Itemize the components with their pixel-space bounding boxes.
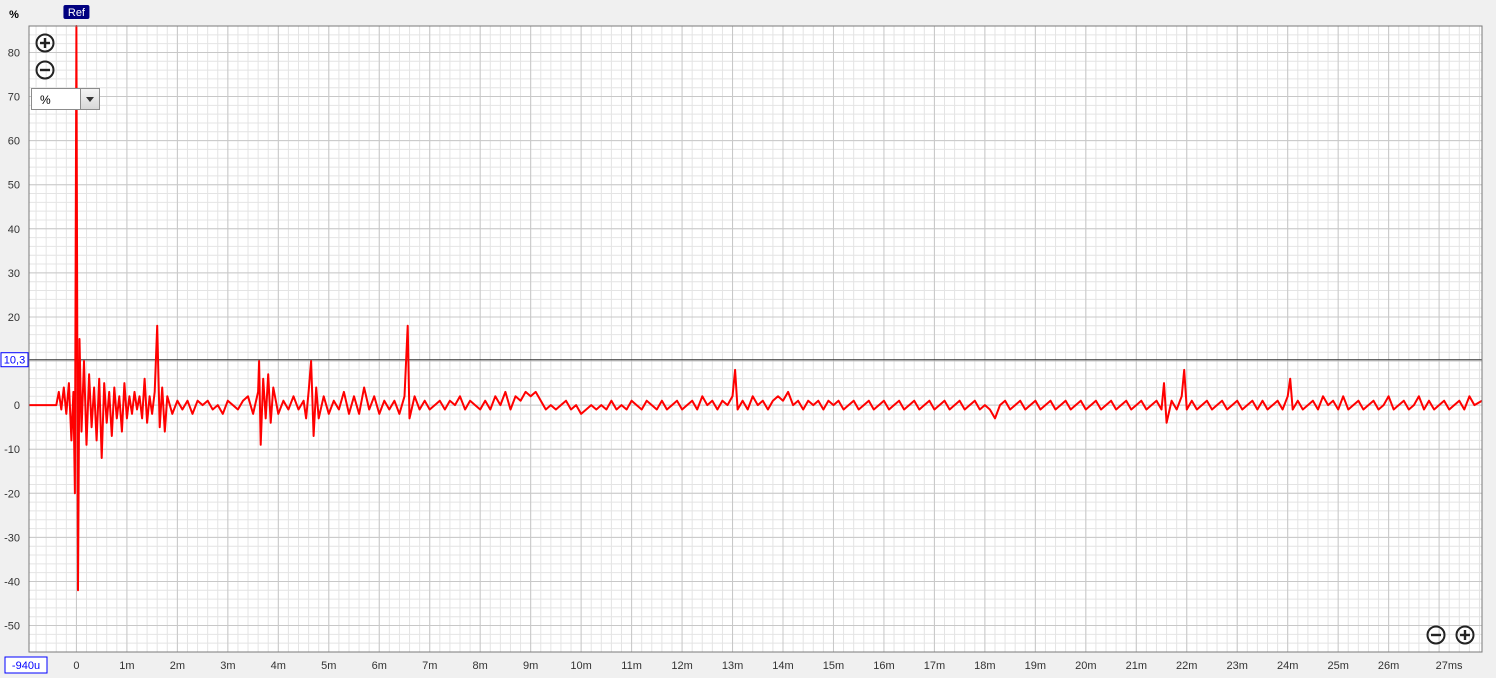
ref-marker[interactable]: Ref [63,5,90,19]
x-tick-label: 7m [422,660,437,672]
y-tick-label: -20 [4,488,20,500]
x-tick-label: 23m [1227,660,1248,672]
x-tick-label: 24m [1277,660,1298,672]
svg-text:10,3: 10,3 [4,355,25,367]
y-tick-label: 60 [8,136,20,148]
x-tick-label: 9m [523,660,538,672]
y-unit-label: % [9,9,19,21]
x-tick-label: 18m [974,660,995,672]
impulse-chart[interactable]: 80 70 60 50 40 30 20 0 -10 -20 -30 -40 -50 0 1m 2m 3m 4m… [0,0,1496,678]
y-tick-label: 30 [8,268,20,280]
x-tick-label: 14m [772,660,793,672]
zoom-in-x-button[interactable] [1454,624,1476,646]
unit-select[interactable]: % [31,88,100,110]
zoom-out-x-button[interactable] [1425,624,1447,646]
x-tick-label: 8m [473,660,488,672]
x-tick-label: 17m [924,660,945,672]
zoom-out-y-button[interactable] [34,59,56,81]
svg-text:-940u: -940u [12,660,40,672]
ref-marker-label: Ref [68,7,86,19]
y-tick-label: -40 [4,576,20,588]
zoom-in-icon [35,33,55,53]
x-tick-label: 16m [873,660,894,672]
zoom-out-icon [35,60,55,80]
y-tick-label: -50 [4,621,20,633]
x-tick-label: 5m [321,660,336,672]
x-cursor-readout: -940u [4,656,48,674]
x-axis-ticks: 0 1m 2m 3m 4m 5m 6m 7m 8m 9m 10m 11m 12m 13m 14m 15m 16m… [73,660,1463,672]
x-tick-label: 1m [119,660,134,672]
x-tick-label: 19m [1025,660,1046,672]
y-tick-label: -30 [4,532,20,544]
y-tick-label: 40 [8,224,20,236]
x-tick-label: 3m [220,660,235,672]
y-axis-ticks: 80 70 60 50 40 30 20 0 -10 -20 -30 -40 -50 [4,47,20,632]
chevron-down-icon[interactable] [80,89,99,109]
y-cursor-readout: 10,3 [0,352,29,368]
zoom-out-icon [1426,625,1446,645]
x-tick-label: 27ms [1436,660,1463,672]
plot-area[interactable] [29,26,1482,652]
x-tick-label: 12m [671,660,692,672]
x-tick-label: 22m [1176,660,1197,672]
x-tick-label: 25m [1327,660,1348,672]
x-tick-label: 11m [621,660,642,672]
y-tick-label: 70 [8,92,20,104]
x-tick-label: 0 [73,660,79,672]
x-tick-label: 26m [1378,660,1399,672]
x-tick-label: 6m [372,660,387,672]
x-tick-label: 10m [570,660,591,672]
x-tick-label: 2m [170,660,185,672]
y-tick-label: 0 [14,400,20,412]
y-tick-label: 20 [8,312,20,324]
x-tick-label: 4m [271,660,286,672]
zoom-in-y-button[interactable] [34,32,56,54]
y-tick-label: 80 [8,47,20,59]
unit-select-value: % [40,93,51,107]
zoom-in-icon [1455,625,1475,645]
y-tick-label: -10 [4,444,20,456]
x-tick-label: 13m [722,660,743,672]
x-tick-label: 15m [823,660,844,672]
x-tick-label: 21m [1126,660,1147,672]
y-tick-label: 50 [8,180,20,192]
x-tick-label: 20m [1075,660,1096,672]
